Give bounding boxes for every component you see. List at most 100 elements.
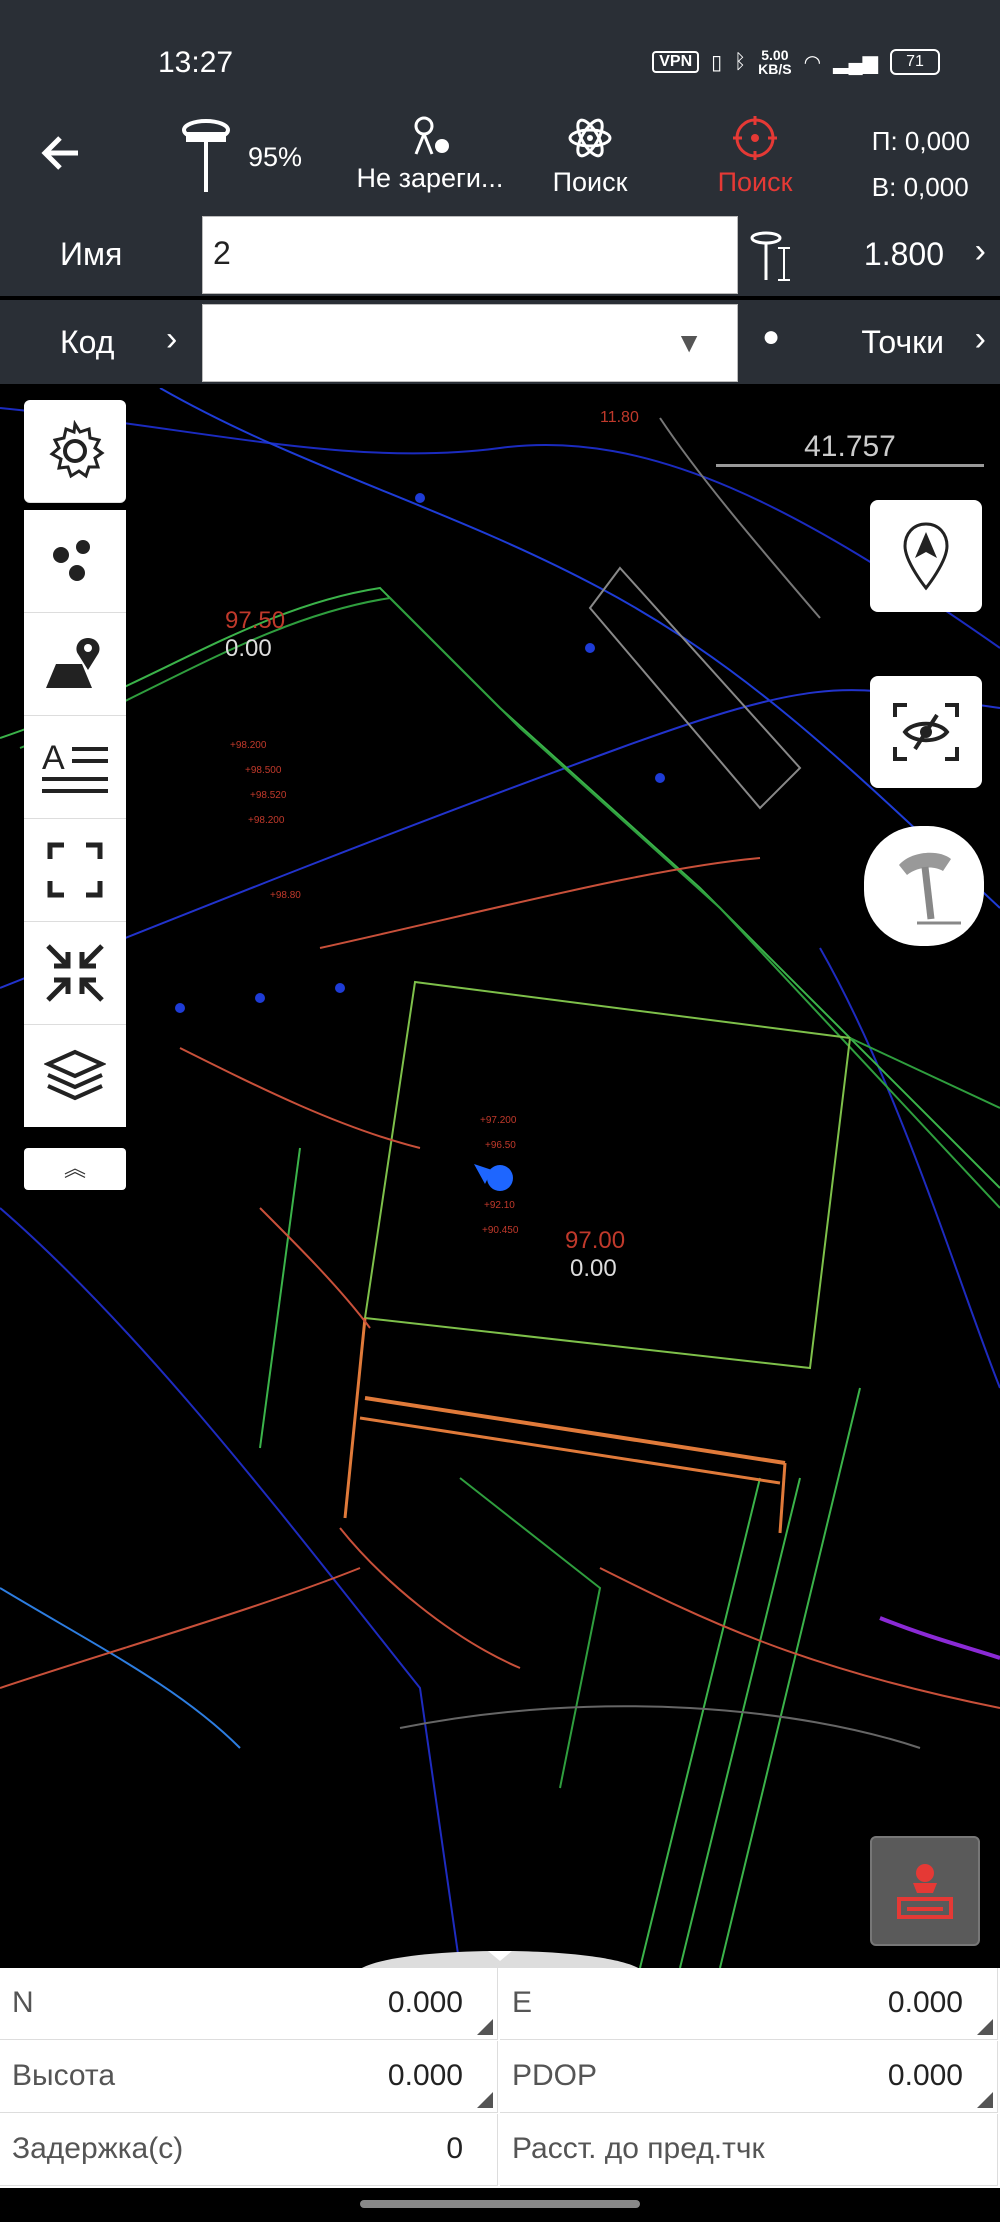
points-label[interactable]: Точки (861, 324, 944, 361)
cad-drawing: 97.50 0.00 97.00 0.00 11.80 +98.200 +98.5… (0, 388, 1000, 1968)
survey-pole-button[interactable] (864, 826, 984, 946)
elevation-label: 0.00 (225, 635, 272, 662)
name-row: Имя 2 1.800 › (0, 212, 1000, 296)
registration-label: Не зареги... (356, 163, 504, 193)
bluetooth-icon: ᛒ (734, 50, 747, 73)
wifi-icon: ◠ (803, 51, 822, 74)
stakeout-icon (897, 1864, 953, 1919)
fullscreen-button[interactable] (24, 819, 126, 922)
arrow-left-icon (41, 136, 78, 170)
elevation-label: 97.00 (565, 1227, 625, 1254)
elevation-label: 11.80 (600, 409, 639, 426)
vibrate-icon: ▯ (711, 51, 723, 74)
collapse-toolbar-button[interactable]: ︽ (24, 1148, 126, 1190)
survey-pole-icon (899, 852, 961, 925)
gnss-antenna-icon (182, 119, 230, 192)
map-scale: 41.757 (716, 430, 984, 467)
svg-text:+98.500: +98.500 (245, 765, 282, 776)
chevron-right-icon[interactable]: › (166, 320, 177, 359)
points-tool-button[interactable] (24, 510, 126, 613)
settings-button[interactable] (24, 400, 126, 503)
cell-delay: Задержка(с) 0 (0, 2114, 498, 2186)
cell-label: E (512, 1986, 533, 2019)
cell-distance-prev: Расст. до пред.тчк (500, 2114, 998, 2186)
zoom-extent-button[interactable] (24, 922, 126, 1025)
cell-label: Высота (12, 2059, 116, 2092)
search-target-button[interactable]: Поиск (705, 116, 805, 198)
text-labels-button[interactable]: A (24, 716, 126, 819)
layers-button[interactable] (24, 1025, 126, 1127)
stakeout-button[interactable] (870, 1836, 980, 1946)
home-gesture-pill[interactable] (360, 2200, 640, 2208)
p-value: П: 0,000 (871, 126, 970, 156)
point-dot-icon: ● (762, 320, 781, 353)
atom-icon (568, 118, 612, 158)
v-value: В: 0,000 (871, 172, 969, 202)
dots-icon (53, 540, 90, 581)
chevron-right-icon[interactable]: › (975, 320, 986, 359)
cell-height: Высота 0.000 (0, 2041, 498, 2113)
cell-value: 0.000 (887, 1986, 963, 2019)
cell-value: 0.000 (887, 2059, 963, 2092)
dropdown-arrow-icon: ▼ (675, 327, 703, 358)
back-button[interactable] (38, 130, 84, 183)
cell-value: 0.000 (387, 1986, 463, 2019)
antenna-height-icon (750, 231, 790, 281)
left-toolbar: A (24, 510, 126, 1127)
antenna-height-value[interactable]: 1.800 (864, 236, 944, 273)
vpn-badge: VPN (652, 51, 700, 73)
network-speed: 5.00 KB/S (758, 47, 792, 77)
top-toolbar: 95% Не зареги... Поиск Поиск П: 0,000 В:… (0, 100, 1000, 212)
name-input[interactable]: 2 (202, 216, 738, 294)
search-button[interactable]: Поиск (540, 116, 640, 198)
text-align-icon: A (42, 739, 108, 793)
signal-icon: ▂▄▆ (833, 51, 878, 74)
gear-icon (49, 420, 105, 479)
code-select[interactable]: ▼ (202, 304, 738, 382)
cell-label: Задержка(с) (12, 2132, 184, 2165)
status-time: 13:27 (158, 46, 234, 79)
corner-indicator (477, 2019, 493, 2035)
battery-icon: 71 (890, 49, 940, 75)
svg-text:+98.200: +98.200 (230, 740, 267, 751)
svg-text:+92.10: +92.10 (484, 1200, 515, 1211)
cell-n: N 0.000 (0, 1968, 498, 2040)
svg-text:+98.200: +98.200 (248, 815, 285, 826)
registration-button[interactable]: Не зареги... (350, 116, 510, 194)
elevation-label: 0.00 (570, 1255, 617, 1282)
svg-text:+90.450: +90.450 (482, 1225, 519, 1236)
compass-location-button[interactable] (870, 500, 982, 612)
layers-icon (44, 1049, 106, 1101)
visibility-toggle-button[interactable] (870, 676, 982, 788)
gps-receiver-button[interactable] (180, 118, 232, 201)
gps-percent: 95% (248, 142, 303, 172)
svg-text:+96.50: +96.50 (485, 1140, 516, 1151)
cell-e: E 0.000 (500, 1968, 998, 2040)
cell-label: Расст. до пред.тчк (512, 2132, 765, 2165)
cell-pdop: PDOP 0.000 (500, 2041, 998, 2113)
coordinate-panel: N 0.000 E 0.000 Высота 0.000 PDOP 0.000 … (0, 1968, 1000, 2188)
double-chevron-up-icon: ︽ (63, 1156, 86, 1181)
cell-label: PDOP (512, 2059, 598, 2092)
map-pin-icon (46, 638, 100, 688)
search-target-label: Поиск (717, 167, 793, 197)
corner-indicator (977, 2092, 993, 2108)
current-position-marker (487, 1165, 513, 1191)
target-icon (733, 116, 777, 160)
cell-label: N (12, 1986, 34, 2019)
corner-indicator (977, 2019, 993, 2035)
code-label[interactable]: Код (60, 324, 114, 361)
svg-text:+98.80: +98.80 (270, 890, 301, 901)
chevron-right-icon[interactable]: › (975, 232, 986, 271)
drawer-handle[interactable] (360, 1943, 640, 1968)
system-nav-bar (0, 2188, 1000, 2222)
map-location-button[interactable] (24, 613, 126, 716)
code-row: Код › ▼ ● Точки › (0, 300, 1000, 384)
map-canvas[interactable]: 97.50 0.00 97.00 0.00 11.80 +98.200 +98.5… (0, 388, 1000, 1968)
compass-pin-icon (903, 522, 949, 591)
precision-values: П: 0,000 В: 0,000 (872, 118, 970, 210)
name-label: Имя (60, 236, 123, 272)
cell-value: 0.000 (387, 2059, 463, 2092)
corner-indicator (477, 2092, 493, 2108)
search-label: Поиск (552, 167, 628, 197)
